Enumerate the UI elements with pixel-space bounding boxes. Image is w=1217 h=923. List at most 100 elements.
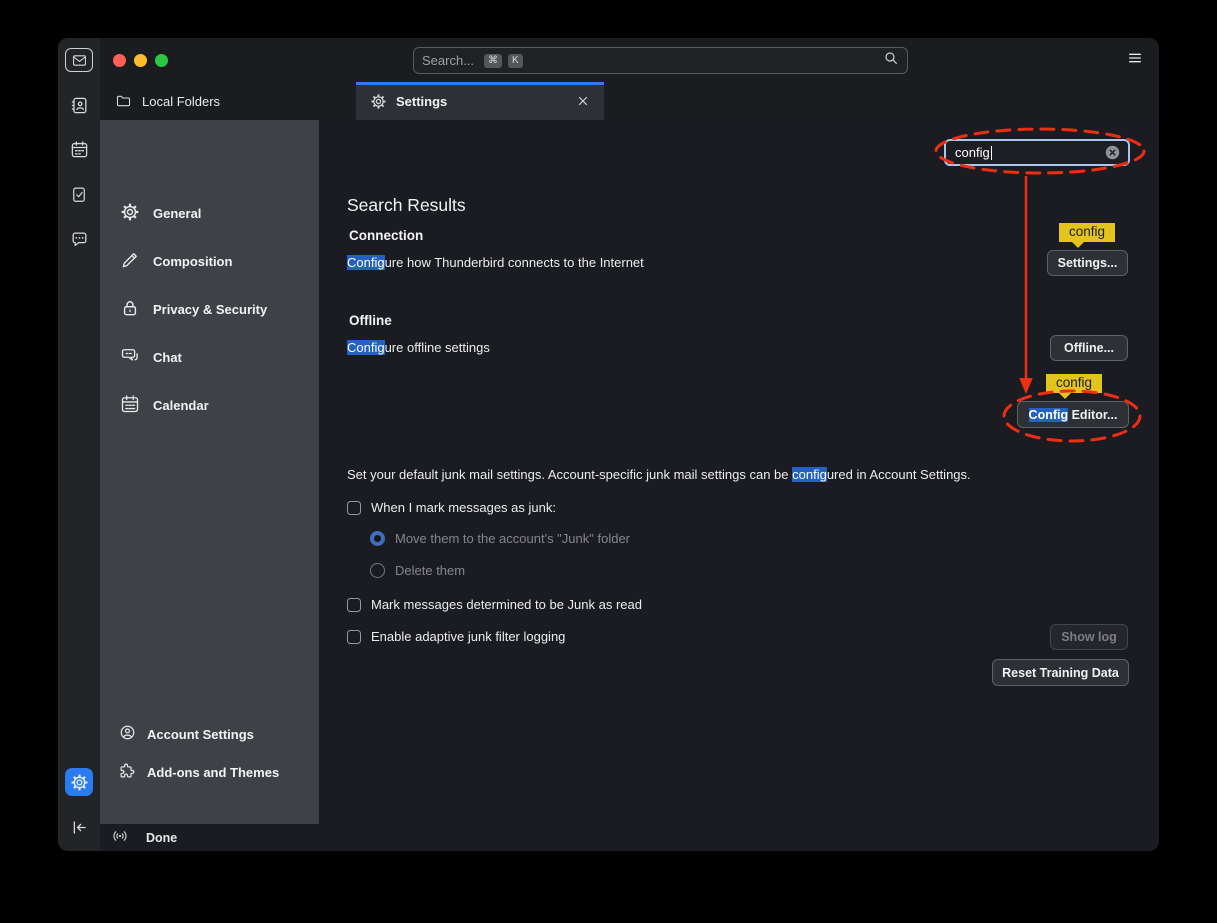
search-highlight-tooltip: config bbox=[1046, 374, 1102, 393]
search-match-highlight: Config bbox=[347, 340, 385, 355]
settings-nav-panel: General Composition Privacy & Security C… bbox=[100, 120, 319, 824]
k-key-badge: K bbox=[508, 54, 523, 68]
connection-section-title: Connection bbox=[349, 228, 423, 243]
tab-settings-label: Settings bbox=[396, 94, 447, 109]
nav-item-label: Calendar bbox=[153, 398, 209, 413]
adaptive-log-row[interactable]: Enable adaptive junk filter logging bbox=[347, 629, 565, 644]
config-editor-button[interactable]: Config Editor... bbox=[1017, 401, 1129, 428]
connection-settings-button[interactable]: Settings... bbox=[1047, 250, 1128, 276]
when-mark-junk-checkbox[interactable] bbox=[347, 501, 361, 515]
settings-search-value: config bbox=[955, 145, 990, 160]
minimize-window-button[interactable] bbox=[134, 54, 147, 67]
address-book-space-button[interactable] bbox=[67, 94, 91, 116]
gear-icon bbox=[70, 773, 89, 792]
calendar-icon bbox=[120, 394, 140, 417]
global-search-bar[interactable]: Search... ⌘ K bbox=[413, 47, 908, 74]
checkbox-label: Enable adaptive junk filter logging bbox=[371, 629, 565, 644]
tasks-space-button[interactable] bbox=[67, 183, 91, 205]
radio-label: Move them to the account's "Junk" folder bbox=[395, 531, 630, 546]
global-search-placeholder: Search... bbox=[422, 53, 474, 68]
junk-intro-text: Set your default junk mail settings. Acc… bbox=[347, 467, 971, 482]
nav-item-privacy-security[interactable]: Privacy & Security bbox=[100, 285, 319, 333]
app-menu-button[interactable] bbox=[1123, 50, 1147, 70]
text-caret bbox=[991, 146, 992, 160]
chat-icon bbox=[70, 230, 89, 249]
reset-training-data-button[interactable]: Reset Training Data bbox=[992, 659, 1129, 686]
tasks-icon bbox=[70, 185, 88, 204]
offline-button[interactable]: Offline... bbox=[1050, 335, 1128, 361]
nav-item-label: General bbox=[153, 206, 201, 221]
cmd-key-badge: ⌘ bbox=[484, 54, 502, 68]
traffic-lights bbox=[113, 54, 168, 67]
zoom-window-button[interactable] bbox=[155, 54, 168, 67]
close-window-button[interactable] bbox=[113, 54, 126, 67]
radio-label: Delete them bbox=[395, 563, 465, 578]
offline-section-title: Offline bbox=[349, 313, 392, 328]
tab-strip: Local Folders Settings bbox=[100, 82, 1159, 120]
gear-icon bbox=[120, 202, 140, 225]
mark-junk-read-row[interactable]: Mark messages determined to be Junk as r… bbox=[347, 597, 642, 612]
chat-space-button[interactable] bbox=[67, 228, 91, 250]
settings-content: config Search Results Connection Configu… bbox=[319, 120, 1159, 851]
search-icon bbox=[883, 50, 899, 71]
nav-item-label: Account Settings bbox=[147, 727, 254, 742]
puzzle-icon bbox=[119, 762, 136, 782]
address-book-icon bbox=[70, 96, 89, 115]
delete-them-row[interactable]: Delete them bbox=[370, 563, 465, 578]
calendar-icon bbox=[70, 140, 89, 159]
titlebar: Search... ⌘ K bbox=[100, 38, 1159, 82]
checkbox-label: Mark messages determined to be Junk as r… bbox=[371, 597, 642, 612]
thunderbird-window: Search... ⌘ K Local Folders Settings bbox=[58, 38, 1159, 851]
mail-space-button[interactable] bbox=[65, 48, 93, 72]
search-highlight-tooltip: config bbox=[1059, 223, 1115, 242]
nav-item-chat[interactable]: Chat bbox=[100, 333, 319, 381]
page-title: Search Results bbox=[347, 195, 466, 216]
nav-item-label: Chat bbox=[153, 350, 182, 365]
clear-search-button[interactable] bbox=[1104, 144, 1121, 161]
chat-bubbles-icon bbox=[120, 346, 140, 369]
lock-icon bbox=[120, 298, 140, 321]
spaces-toolbar bbox=[58, 38, 100, 851]
collapse-spaces-button[interactable] bbox=[67, 816, 91, 838]
hamburger-icon bbox=[1125, 50, 1145, 71]
when-mark-junk-row[interactable]: When I mark messages as junk: bbox=[347, 500, 556, 515]
mail-icon bbox=[71, 53, 88, 68]
move-to-junk-radio[interactable] bbox=[370, 531, 385, 546]
show-log-button[interactable]: Show log bbox=[1050, 624, 1128, 650]
nav-item-label: Privacy & Security bbox=[153, 302, 267, 317]
nav-item-label: Composition bbox=[153, 254, 232, 269]
gear-icon bbox=[370, 93, 387, 110]
nav-item-label: Add-ons and Themes bbox=[147, 765, 279, 780]
activity-icon bbox=[111, 827, 129, 848]
mark-junk-read-checkbox[interactable] bbox=[347, 598, 361, 612]
collapse-icon bbox=[70, 818, 89, 837]
tab-close-button[interactable] bbox=[572, 90, 594, 112]
settings-search-input[interactable]: config bbox=[944, 139, 1130, 166]
offline-result-link[interactable]: Configure offline settings bbox=[347, 340, 490, 355]
screenshot-canvas: Search... ⌘ K Local Folders Settings bbox=[0, 0, 1217, 923]
calendar-space-button[interactable] bbox=[67, 138, 91, 160]
nav-footer: Account Settings Add-ons and Themes bbox=[100, 715, 319, 824]
search-match-highlight: Config bbox=[347, 255, 385, 270]
delete-them-radio[interactable] bbox=[370, 563, 385, 578]
main-column: Search... ⌘ K Local Folders Settings bbox=[100, 38, 1159, 851]
settings-space-button[interactable] bbox=[65, 768, 93, 796]
account-icon bbox=[119, 724, 136, 744]
status-text: Done bbox=[146, 831, 177, 845]
settings-body: General Composition Privacy & Security C… bbox=[100, 120, 1159, 851]
nav-item-calendar[interactable]: Calendar bbox=[100, 381, 319, 429]
tab-local-folders[interactable]: Local Folders bbox=[100, 82, 356, 120]
search-match-highlight: Config bbox=[1029, 408, 1069, 422]
nav-item-composition[interactable]: Composition bbox=[100, 237, 319, 285]
connection-result-link[interactable]: Configure how Thunderbird connects to th… bbox=[347, 255, 644, 270]
adaptive-log-checkbox[interactable] bbox=[347, 630, 361, 644]
folder-icon bbox=[115, 93, 132, 109]
search-match-highlight: config bbox=[792, 467, 827, 482]
nav-item-addons-themes[interactable]: Add-ons and Themes bbox=[100, 753, 319, 791]
tab-local-folders-label: Local Folders bbox=[142, 94, 220, 109]
checkbox-label: When I mark messages as junk: bbox=[371, 500, 556, 515]
nav-item-general[interactable]: General bbox=[100, 189, 319, 237]
nav-item-account-settings[interactable]: Account Settings bbox=[100, 715, 319, 753]
move-to-junk-row[interactable]: Move them to the account's "Junk" folder bbox=[370, 531, 630, 546]
tab-settings[interactable]: Settings bbox=[356, 82, 604, 120]
